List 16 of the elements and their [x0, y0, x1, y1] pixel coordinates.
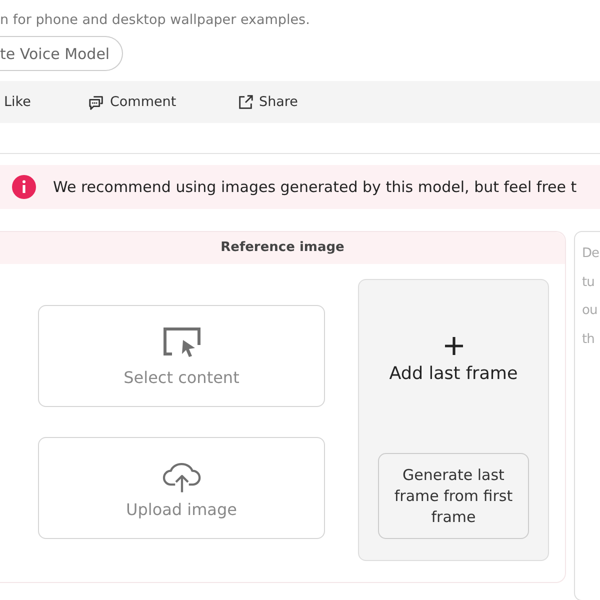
voice-model-button[interactable]: te Voice Model — [0, 36, 123, 71]
description-text: n for phone and desktop wallpaper examples. — [0, 11, 311, 30]
generate-last-frame-button[interactable]: Generate last frame from first frame — [378, 453, 529, 539]
last-frame-card[interactable]: Add last frame Generate last frame from first frame — [358, 279, 549, 561]
panel-title: Reference image — [0, 232, 565, 264]
add-last-frame-label: Add last frame — [389, 364, 518, 384]
action-button[interactable]: Comment — [88, 94, 237, 110]
alert-text: We recommend using images generated by this model, but feel free t — [53, 178, 577, 196]
comment-icon — [88, 94, 105, 110]
source-button[interactable]: Select content — [38, 305, 325, 407]
source-button[interactable]: Upload image — [38, 437, 325, 539]
plus-icon — [444, 336, 464, 356]
action-button[interactable]: Share — [237, 94, 298, 110]
info-icon — [12, 175, 36, 199]
action-button[interactable]: Like — [4, 94, 88, 110]
share-icon — [237, 94, 254, 110]
